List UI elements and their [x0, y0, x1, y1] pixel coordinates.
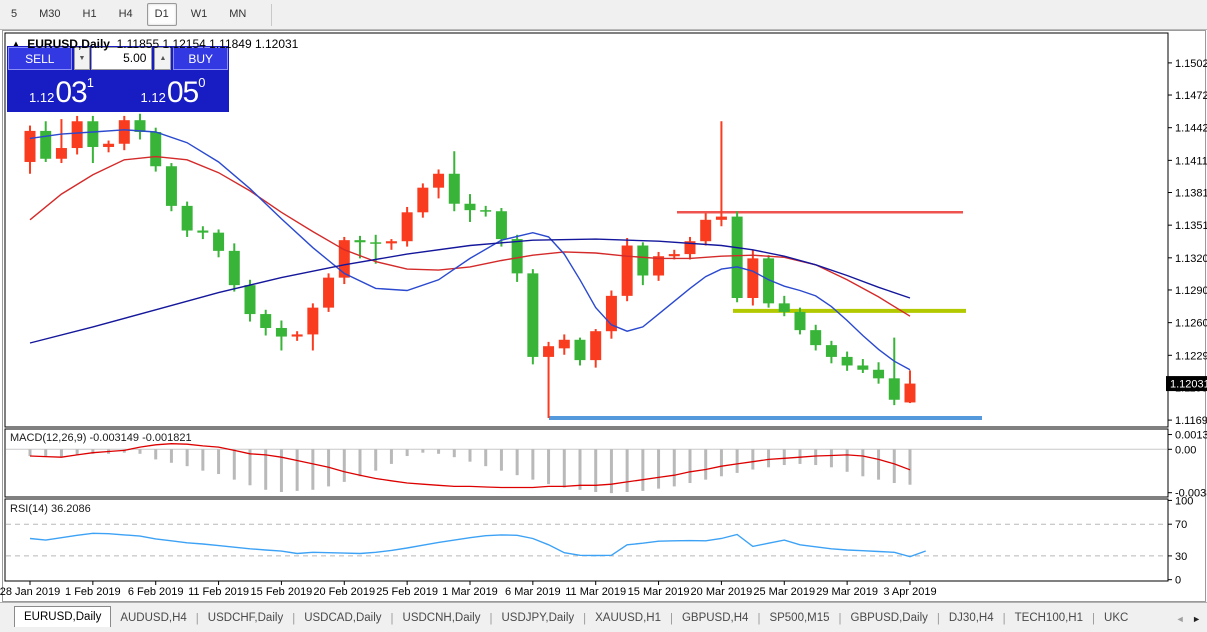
price-axis-label: 1.12905	[1175, 285, 1207, 297]
price-axis-label: 1.12600	[1175, 318, 1207, 330]
chart-marker-icon: ▲	[12, 39, 20, 48]
rsi-axis-label: 30	[1175, 551, 1187, 563]
chart-title: ▲ EURUSD,Daily 1.11855 1.12154 1.11849 1…	[12, 37, 298, 51]
macd-axis-label: 0.00	[1175, 444, 1196, 456]
sell-price-big: 03	[55, 76, 87, 109]
buy-price-prefix: 1.12	[140, 90, 166, 105]
sell-price-sup: 1	[86, 75, 94, 90]
price-axis-label: 1.11690	[1175, 415, 1207, 427]
date-axis-label: 20 Mar 2019	[691, 586, 753, 598]
macd-main-value: -0.003149	[89, 432, 140, 444]
price-axis-label: 1.13205	[1175, 253, 1207, 265]
ma-blue-slow	[29, 238, 911, 344]
sell-price-display[interactable]: 1.12 03 1	[8, 70, 115, 111]
date-axis-label: 3 Apr 2019	[883, 586, 936, 598]
date-axis-label: 6 Feb 2019	[128, 586, 184, 598]
price-axis-label: 1.14115	[1175, 155, 1207, 167]
price-axis-label: 1.13510	[1175, 220, 1207, 232]
macd-name: MACD(12,26,9)	[10, 432, 87, 444]
date-axis-label: 1 Feb 2019	[65, 586, 121, 598]
sell-price-prefix: 1.12	[29, 90, 55, 105]
rsi-label: RSI(14) 36.2086	[10, 503, 91, 515]
rsi-line	[29, 532, 926, 558]
price-axis-label: 1.12295	[1175, 350, 1207, 362]
chart-symbol-label: EURUSD,Daily	[27, 37, 110, 51]
macd-label: MACD(12,26,9) -0.003149 -0.001821	[10, 432, 192, 444]
price-axis-label: 1.14725	[1175, 90, 1207, 102]
chevron-up-icon: ▲	[159, 55, 167, 62]
date-axis-label: 29 Mar 2019	[816, 586, 878, 598]
buy-price-sup: 0	[198, 75, 206, 90]
date-axis-label: 15 Feb 2019	[251, 586, 313, 598]
ma-red	[29, 155, 911, 317]
date-axis-label: 25 Mar 2019	[753, 586, 815, 598]
rsi-name: RSI(14)	[10, 503, 48, 515]
chart-ohlc-values: 1.11855 1.12154 1.11849 1.12031	[116, 37, 299, 51]
date-axis-label: 11 Mar 2019	[565, 586, 626, 598]
date-axis-label: 6 Mar 2019	[505, 586, 561, 598]
one-click-trade-panel: SELL ▼ ▲ BUY 1.12 03 1 1.12 05 0	[8, 47, 228, 111]
buy-price-display[interactable]: 1.12 05 0	[118, 70, 228, 111]
date-axis-label: 11 Feb 2019	[188, 586, 249, 598]
date-axis-label: 25 Feb 2019	[376, 586, 438, 598]
ma-blue-fast	[29, 129, 911, 371]
rsi-axis-label: 70	[1175, 519, 1187, 531]
rsi-axis-label: 100	[1175, 495, 1193, 507]
date-axis-label: 15 Mar 2019	[628, 586, 690, 598]
price-axis-label: 1.13815	[1175, 187, 1207, 199]
current-price-value: 1.12031	[1170, 379, 1207, 391]
date-axis-label: 1 Mar 2019	[442, 586, 498, 598]
rsi-axis-label: 0	[1175, 575, 1181, 587]
trading-platform-window: 5M30H1H4D1W1MN 1.150251.147251.144201.14…	[0, 0, 1207, 632]
macd-axis-label: 0.001313	[1175, 430, 1207, 442]
price-axis-label: 1.14420	[1175, 123, 1207, 135]
chevron-down-icon: ▼	[78, 55, 86, 62]
rsi-value: 36.2086	[50, 503, 91, 515]
candles-group	[24, 113, 916, 418]
price-axis-label: 1.15025	[1175, 58, 1207, 70]
buy-price-big: 05	[166, 76, 199, 109]
macd-signal-value: -0.001821	[142, 432, 192, 444]
date-axis-label: 20 Feb 2019	[313, 586, 375, 598]
date-axis-label: 28 Jan 2019	[0, 586, 60, 598]
